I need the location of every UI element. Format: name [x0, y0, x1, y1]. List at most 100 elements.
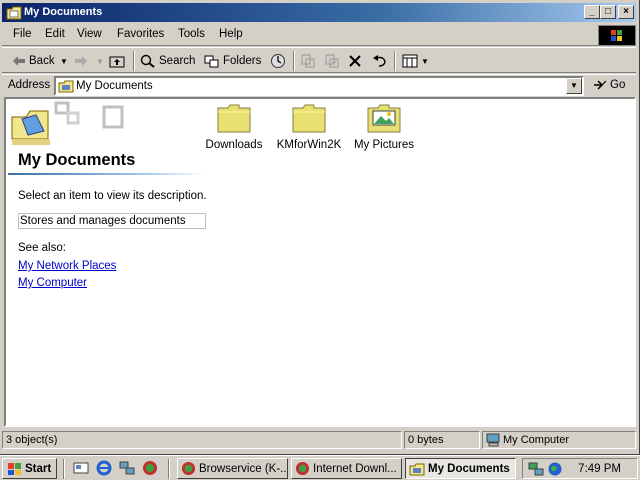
- address-bar: Address My Documents ▼ Go: [2, 74, 636, 97]
- task-label: Browservice (K-...: [199, 462, 288, 475]
- back-label: Back: [29, 55, 55, 67]
- my-documents-icon: [6, 6, 22, 20]
- folders-icon: [204, 55, 219, 68]
- title-bar[interactable]: My Documents _ □ ×: [2, 3, 636, 22]
- up-folder-icon: [109, 56, 125, 68]
- status-object-count: 3 object(s): [2, 431, 402, 449]
- taskbar-separator: [168, 459, 170, 479]
- my-network-places-link[interactable]: My Network Places: [18, 260, 116, 272]
- undo-icon: [373, 55, 386, 67]
- start-button[interactable]: Start: [2, 458, 57, 479]
- item-description: Stores and manages documents: [18, 213, 206, 229]
- show-desktop-icon[interactable]: [73, 460, 89, 476]
- task-label: Internet Downl...: [313, 462, 397, 475]
- see-also-label: See also:: [18, 242, 66, 254]
- folder-icon: [292, 104, 326, 133]
- task-internet-download[interactable]: Internet Downl...: [291, 458, 402, 479]
- task-label: My Documents: [428, 462, 510, 475]
- window-title: My Documents: [24, 6, 103, 18]
- move-to-icon: [301, 54, 315, 68]
- my-computer-link[interactable]: My Computer: [18, 277, 87, 289]
- start-label: Start: [25, 462, 52, 475]
- back-button[interactable]: Back: [12, 52, 55, 70]
- views-button[interactable]: ▼: [402, 52, 429, 70]
- menu-view[interactable]: View: [77, 28, 102, 40]
- task-my-documents[interactable]: My Documents: [405, 458, 516, 479]
- system-tray: 7:49 PM: [522, 458, 638, 479]
- up-folder-button[interactable]: [109, 52, 128, 70]
- address-input[interactable]: My Documents ▼: [54, 76, 584, 96]
- address-value: My Documents: [76, 80, 153, 92]
- menu-tools[interactable]: Tools: [178, 28, 205, 40]
- file-item-my-pictures[interactable]: My Pictures: [346, 103, 422, 151]
- status-zone: My Computer: [482, 431, 636, 449]
- network-tray-icon[interactable]: [528, 461, 544, 477]
- search-icon: [140, 54, 155, 68]
- views-dropdown-icon: ▼: [421, 56, 429, 66]
- minimize-button[interactable]: _: [584, 5, 600, 19]
- my-documents-icon: [58, 80, 74, 93]
- move-to-button[interactable]: [300, 52, 319, 70]
- toolbar-separator: [293, 51, 295, 71]
- toolbar-separator: [394, 51, 396, 71]
- maximize-button[interactable]: □: [600, 5, 616, 19]
- back-arrow-icon: [13, 56, 25, 66]
- go-button[interactable]: Go: [592, 78, 625, 92]
- menu-edit[interactable]: Edit: [45, 28, 65, 40]
- menu-bar: File Edit View Favorites Tools Help: [2, 24, 636, 46]
- delete-icon: [349, 55, 361, 67]
- select-hint: Select an item to view its description.: [18, 190, 207, 202]
- task-browservice[interactable]: Browservice (K-...: [177, 458, 288, 479]
- my-computer-icon: [486, 433, 500, 447]
- toolbar-separator: [133, 51, 135, 71]
- menu-help[interactable]: Help: [219, 28, 243, 40]
- history-button[interactable]: [270, 52, 289, 70]
- history-icon: [271, 54, 285, 68]
- delete-button[interactable]: [348, 52, 365, 70]
- file-label: Downloads: [205, 139, 263, 151]
- internet-explorer-icon[interactable]: [96, 460, 112, 476]
- back-dropdown-icon[interactable]: ▼: [60, 52, 68, 70]
- search-label: Search: [159, 55, 196, 67]
- folder-banner-icon: [11, 101, 124, 145]
- folder-icon: [217, 104, 251, 133]
- status-zone-label: My Computer: [503, 434, 570, 446]
- search-button[interactable]: Search: [140, 52, 195, 70]
- file-label: KMforWin2K: [276, 139, 342, 151]
- browser-app-icon[interactable]: [142, 460, 158, 476]
- globe-tray-icon[interactable]: [547, 461, 563, 477]
- status-bar: 3 object(s) 0 bytes My Computer: [2, 430, 636, 450]
- clock[interactable]: 7:49 PM: [578, 463, 621, 475]
- go-arrow-icon: [594, 80, 607, 90]
- folders-label: Folders: [223, 55, 262, 67]
- folder-content: My Documents Select an item to view its …: [4, 97, 636, 427]
- browser-app-icon: [181, 461, 196, 476]
- folders-button[interactable]: Folders: [204, 52, 261, 70]
- copy-to-button[interactable]: [324, 52, 343, 70]
- file-label: My Pictures: [353, 139, 415, 151]
- file-item-kmforwin2k[interactable]: KMforWin2K: [271, 103, 347, 151]
- windows-flag-icon: [8, 462, 21, 475]
- taskbar-separator: [63, 459, 65, 479]
- explorer-window: My Documents _ □ × File Edit View Favori…: [0, 0, 640, 455]
- panel-title: My Documents: [18, 151, 136, 169]
- menu-favorites[interactable]: Favorites: [117, 28, 164, 40]
- file-item-downloads[interactable]: Downloads: [196, 103, 272, 151]
- status-size: 0 bytes: [404, 431, 480, 449]
- forward-dropdown-icon[interactable]: ▼: [96, 52, 104, 70]
- forward-arrow-icon: [75, 56, 87, 66]
- undo-button[interactable]: [372, 52, 391, 70]
- my-documents-icon: [409, 463, 425, 475]
- browser-app-icon: [295, 461, 310, 476]
- close-button[interactable]: ×: [618, 5, 634, 19]
- taskbar: Start Browservice (K-... Internet Downl.…: [0, 455, 640, 480]
- menu-file[interactable]: File: [13, 28, 32, 40]
- standard-toolbar: Back ▼ ▼ Search Folders ▼: [2, 47, 636, 73]
- go-label: Go: [610, 79, 626, 91]
- forward-button[interactable]: [74, 52, 91, 70]
- windows-logo-icon: [598, 25, 636, 46]
- address-dropdown-button[interactable]: ▼: [566, 78, 582, 94]
- pictures-folder-icon: [367, 104, 401, 133]
- network-icon[interactable]: [119, 460, 135, 476]
- panel-divider: [8, 173, 206, 175]
